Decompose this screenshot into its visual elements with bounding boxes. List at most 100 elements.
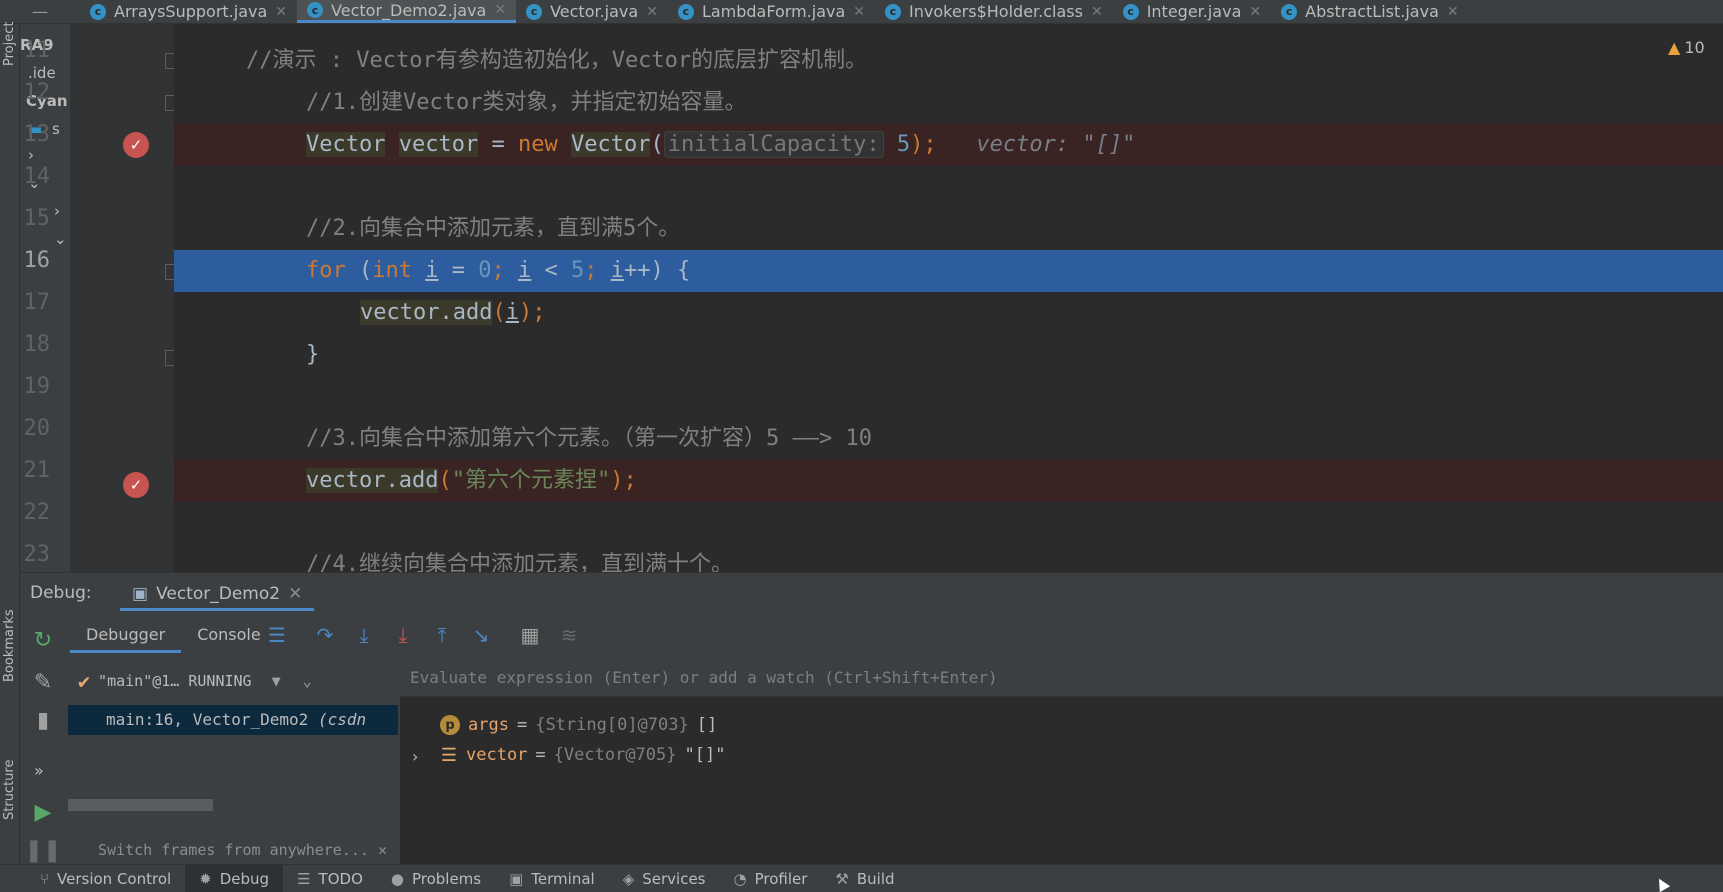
tool-terminal[interactable]: ▣ Terminal <box>495 865 609 892</box>
info-icon: ● <box>390 869 404 888</box>
editor-tab-bar: — c ArraysSupport.java ✕ c Vector_Demo2.jav… <box>0 0 1723 24</box>
force-step-into-icon[interactable]: ⤓ <box>391 623 415 647</box>
code-line: //1.创建Vector类对象，并指定初始容量。 <box>174 82 1723 124</box>
chevron-down-icon[interactable]: ⌄ <box>303 672 312 690</box>
debug-session-tab[interactable]: ▣ Vector_Demo2 ✕ <box>120 579 315 611</box>
tab-arrays-support[interactable]: c ArraysSupport.java ✕ <box>80 0 297 23</box>
line-number: 20 <box>23 416 51 441</box>
class-icon: c <box>526 3 543 20</box>
close-icon[interactable]: ✕ <box>1447 4 1459 20</box>
step-out-icon[interactable]: ⤒ <box>430 623 454 647</box>
tool-todo[interactable]: ☰ TODO <box>283 865 377 892</box>
debug-panel: Debug: ▣ Vector_Demo2 ✕ Debugger Console ☰… <box>20 572 1723 865</box>
code-variable: i <box>505 300 519 325</box>
frame-package: (csdn <box>317 710 367 729</box>
code-keyword: for <box>306 258 346 283</box>
code-variable: vector <box>398 132 479 157</box>
tool-services[interactable]: ◈ Services <box>609 865 720 892</box>
close-icon[interactable]: ✕ <box>646 4 658 20</box>
code-comment: //3.向集合中添加第六个元素。（第一次扩容）5 ——> 10 <box>306 426 872 451</box>
tool-profiler[interactable]: ◔ Profiler <box>720 865 822 892</box>
code-variable: i <box>425 258 439 283</box>
tab-label: ArraysSupport.java <box>114 2 268 21</box>
run-to-cursor-icon[interactable]: ↘ <box>469 623 493 647</box>
tab-vector-demo2[interactable]: c Vector_Demo2.java ✕ <box>297 0 517 23</box>
variable-value: [] <box>696 715 718 735</box>
tab-label: LambdaForm.java <box>701 2 846 21</box>
warnings-indicator[interactable]: ▲ 10 <box>1668 38 1705 57</box>
tab-invokers-holder[interactable]: c Invokers$Holder.class ✕ <box>875 0 1113 23</box>
tab-label: Invokers$Holder.class <box>909 2 1083 21</box>
code-keyword: int <box>372 258 412 283</box>
close-icon[interactable]: ✕ <box>853 4 865 20</box>
variable-name: args <box>468 715 509 735</box>
switch-frames-hint: Switch frames from anywhere... ✕ <box>98 841 387 859</box>
session-label: Vector_Demo2 <box>156 583 281 604</box>
horizontal-scrollbar[interactable] <box>68 799 213 811</box>
minimize-icon[interactable]: — <box>0 0 80 23</box>
class-icon: c <box>885 3 902 20</box>
project-item[interactable]: s <box>52 120 60 138</box>
filter-icon[interactable]: ▼ <box>272 672 281 690</box>
code-number: 5 <box>896 132 911 157</box>
stack-frame[interactable]: main:16, Vector_Demo2 (csdn <box>68 705 398 735</box>
trace-icon[interactable]: ≋ <box>557 623 581 647</box>
more-icon[interactable]: » <box>34 761 44 780</box>
tab-integer[interactable]: c Integer.java ✕ <box>1113 0 1271 23</box>
tool-problems[interactable]: ● Problems <box>377 865 495 892</box>
class-icon: c <box>1281 3 1298 20</box>
close-icon[interactable]: ✕ <box>494 2 506 18</box>
breakpoint-icon[interactable]: ✓ <box>123 472 149 498</box>
bookmarks-tool-label[interactable]: Bookmarks <box>2 609 17 682</box>
breakpoint-icon[interactable]: ✓ <box>123 132 149 158</box>
close-icon[interactable]: ✕ <box>1249 4 1261 20</box>
chevron-right-icon[interactable]: › <box>412 747 418 766</box>
close-icon[interactable]: ✕ <box>275 4 287 20</box>
class-icon: c <box>307 2 324 18</box>
profiler-icon: ◔ <box>733 869 747 888</box>
variable-row[interactable]: ☰ vector = {Vector@705} "[]" <box>440 741 726 769</box>
step-into-icon[interactable]: ⤓ <box>352 623 376 647</box>
tab-abstract-list[interactable]: c AbstractList.java ✕ <box>1271 0 1468 23</box>
tab-console[interactable]: Console <box>181 619 277 653</box>
chevron-right-icon[interactable]: › <box>28 146 34 164</box>
session-icon: ▣ <box>132 583 149 604</box>
line-number: 22 <box>23 500 51 525</box>
code-call: vector.add <box>306 468 439 493</box>
tool-debug[interactable]: ✹ Debug <box>185 864 284 892</box>
tab-lambda-form[interactable]: c LambdaForm.java ✕ <box>668 0 875 23</box>
code-type: Vector <box>570 132 651 157</box>
close-icon[interactable]: ✕ <box>1091 4 1103 20</box>
close-icon[interactable]: ✕ <box>378 841 387 859</box>
chevron-down-icon[interactable]: ⌄ <box>54 230 67 248</box>
code-text: ); <box>910 132 937 157</box>
tab-label: Integer.java <box>1146 2 1242 21</box>
evaluate-expression-input[interactable]: Evaluate expression (Enter) or add a wat… <box>400 659 1723 697</box>
code-comment: //演示 : Vector有参构造初始化，Vector的底层扩容机制。 <box>246 48 868 73</box>
settings-icon[interactable]: ✎ <box>30 669 56 695</box>
class-icon: c <box>90 3 106 20</box>
tool-build[interactable]: ⚒ Build <box>821 865 908 892</box>
code-line: } <box>306 342 320 367</box>
variable-value: "[]" <box>684 745 726 765</box>
tool-version-control[interactable]: ⑂ Version Control <box>0 865 185 892</box>
tab-vector[interactable]: c Vector.java ✕ <box>516 0 668 23</box>
structure-tool-label[interactable]: Structure <box>2 760 17 820</box>
rerun-icon[interactable]: ↻ <box>30 627 56 653</box>
variable-row[interactable]: p args = {String[0]@703}[] <box>440 711 717 739</box>
variable-type: {String[0]@703} <box>535 715 689 735</box>
thread-selector[interactable]: ✔ "main"@1… RUNNING ▼ ⌄ <box>68 665 398 697</box>
chevron-right-icon[interactable]: › <box>54 202 60 220</box>
code-editor[interactable]: //演示 : Vector有参构造初始化，Vector的底层扩容机制。 //1.… <box>174 24 1723 572</box>
code-number: 5 <box>571 258 585 283</box>
tab-debugger[interactable]: Debugger <box>70 619 182 653</box>
pause-icon[interactable]: ❚❚ <box>25 837 62 863</box>
close-icon[interactable]: ✕ <box>288 584 302 604</box>
resume-icon[interactable]: ▶ <box>30 799 56 825</box>
step-over-icon[interactable]: ↷ <box>313 623 337 647</box>
layout-icon[interactable]: ☰ <box>265 623 289 647</box>
evaluate-icon[interactable]: ▦ <box>518 623 542 647</box>
code-text: = <box>478 132 518 157</box>
debug-header: Debug: <box>30 583 92 603</box>
line-number: 12 <box>23 80 51 105</box>
